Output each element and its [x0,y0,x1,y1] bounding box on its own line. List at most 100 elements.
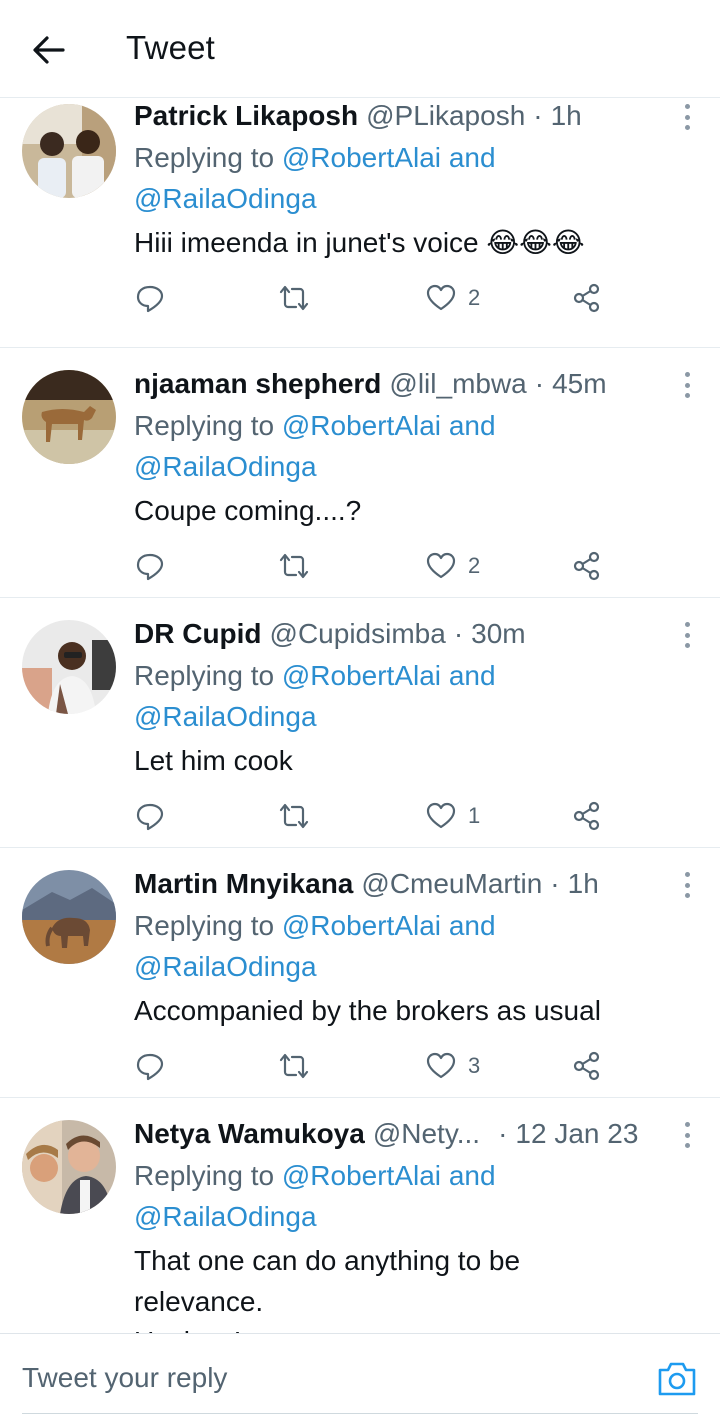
avatar[interactable] [22,104,116,198]
mention-link[interactable]: @RobertAlai [282,410,441,441]
like-count: 2 [468,553,481,578]
tweet-text: Coupe coming....? [134,495,362,526]
timestamp[interactable]: 1h [568,866,599,902]
share-button[interactable] [572,1046,602,1086]
and-text: and [448,1160,496,1191]
like-button[interactable]: 2 [426,546,480,586]
tweet-text: Hiii imeenda in junet's voice 😂😂😂 [134,227,585,258]
share-button[interactable] [572,546,602,586]
timestamp[interactable]: 12 Jan 23 [515,1116,638,1152]
top-bar: Tweet [0,0,720,98]
more-options-icon[interactable] [682,1122,692,1148]
mention-link[interactable]: @RailaOdinga [134,701,317,732]
replying-label: Replying to [134,910,275,941]
more-options-icon[interactable] [682,872,692,898]
reply-tweet[interactable]: Martin Mnyikana @CmeuMartin · 1h Replyin… [0,848,720,1098]
like-count: 1 [468,803,481,828]
mention-link[interactable]: @RailaOdinga [134,451,317,482]
like-button[interactable]: 3 [426,1046,480,1086]
user-handle[interactable]: @CmeuMartin [361,866,542,902]
timestamp[interactable]: 1h [551,98,582,134]
more-options-icon[interactable] [682,622,692,648]
user-handle[interactable]: @Nety... [373,1116,480,1152]
and-text: and [448,910,496,941]
arrow-left-icon [33,36,65,64]
replying-to: Replying to @RobertAlai and @RailaOdinga [134,1156,594,1237]
heart-icon [426,1052,456,1079]
separator-dot: · [533,100,543,131]
separator-dot: · [534,368,545,399]
like-button[interactable]: 1 [426,796,480,836]
avatar[interactable] [22,870,116,964]
share-button[interactable] [572,278,602,318]
display-name[interactable]: DR Cupid [134,616,262,652]
avatar[interactable] [22,1120,116,1214]
camera-button[interactable] [656,1360,698,1398]
reply-composer[interactable]: Tweet your reply [0,1333,720,1422]
user-handle[interactable]: @PLikaposh [366,98,525,134]
mention-link[interactable]: @RobertAlai [282,660,441,691]
user-handle[interactable]: @Cupidsimba [270,616,446,652]
reply-icon [136,285,164,313]
like-count: 2 [468,285,481,310]
retweet-icon [279,1053,309,1079]
display-name[interactable]: Netya Wamukoya [134,1116,365,1152]
tweet-header: Martin Mnyikana @CmeuMartin · 1h [134,866,650,902]
reply-tweet[interactable]: DR Cupid @Cupidsimba · 30m Replying to @… [0,598,720,848]
reply-button[interactable] [134,546,166,586]
user-handle[interactable]: @lil_mbwa [389,366,526,402]
mention-link[interactable]: @RobertAlai [282,142,441,173]
reply-input[interactable]: Tweet your reply [22,1362,227,1394]
mention-link[interactable]: @RailaOdinga [134,183,317,214]
like-button[interactable]: 2 [426,278,480,318]
display-name[interactable]: njaaman shepherd [134,366,381,402]
reply-tweet[interactable]: njaaman shepherd @lil_mbwa · 45m Replyin… [0,348,720,598]
replying-label: Replying to [134,660,275,691]
retweet-icon [279,285,309,311]
more-options-icon[interactable] [682,372,692,398]
replies-feed: Patrick Likaposh @PLikaposh · 1h Replyin… [0,98,720,1334]
retweet-button[interactable] [276,796,312,836]
input-underline [22,1413,698,1414]
retweet-button[interactable] [276,546,312,586]
reply-tweet[interactable]: Patrick Likaposh @PLikaposh · 1h Replyin… [0,98,720,348]
separator-dot: · [498,1118,508,1149]
tweet-text: That one can do anything to be relevance… [134,1241,694,1334]
share-button[interactable] [572,796,602,836]
replying-label: Replying to [134,1160,275,1191]
heart-icon [426,552,456,579]
display-name[interactable]: Martin Mnyikana [134,866,353,902]
avatar[interactable] [22,370,116,464]
mention-link[interactable]: @RobertAlai [282,1160,441,1191]
tweet-text: Let him cook [134,745,293,776]
timestamp[interactable]: 30m [471,616,525,652]
tweet-actions: 2 [134,278,614,318]
camera-icon [658,1362,696,1396]
tweet-header: Netya Wamukoya @Nety... · 12 Jan 23 [134,1116,650,1152]
reply-button[interactable] [134,278,166,318]
mention-link[interactable]: @RailaOdinga [134,1201,317,1232]
tweet-header: DR Cupid @Cupidsimba · 30m [134,616,650,652]
and-text: and [448,410,496,441]
tweet-text-line: relevance. [134,1285,264,1317]
retweet-button[interactable] [276,278,312,318]
display-name[interactable]: Patrick Likaposh [134,98,358,134]
share-icon [573,551,600,581]
mention-link[interactable]: @RobertAlai [282,910,441,941]
back-button[interactable] [24,28,74,72]
retweet-icon [279,803,309,829]
heart-icon [426,284,456,311]
reply-button[interactable] [134,1046,166,1086]
timestamp[interactable]: 45m [552,366,606,402]
avatar[interactable] [22,620,116,714]
like-count: 3 [468,1053,481,1078]
separator-dot: · [453,618,464,649]
reply-button[interactable] [134,796,166,836]
retweet-button[interactable] [276,1046,312,1086]
share-icon [573,801,600,831]
reply-tweet[interactable]: Netya Wamukoya @Nety... · 12 Jan 23 Repl… [0,1098,720,1334]
more-options-icon[interactable] [682,104,692,130]
mention-link[interactable]: @RailaOdinga [134,951,317,982]
heart-icon [426,802,456,829]
replying-label: Replying to [134,142,275,173]
